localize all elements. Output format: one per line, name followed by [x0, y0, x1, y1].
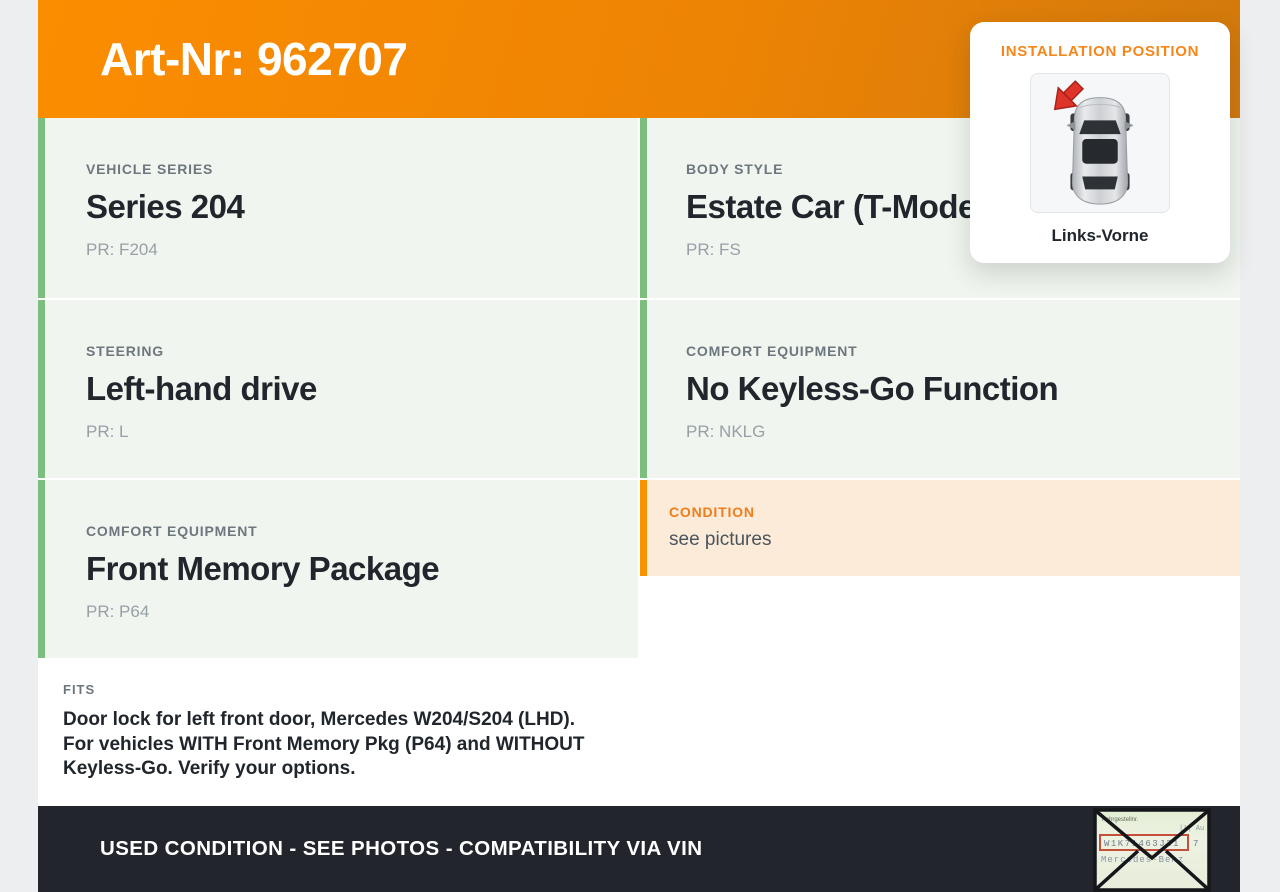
- spec-card-content: VEHICLE SERIES Series 204 PR: F204: [45, 118, 638, 260]
- installation-position-title: INSTALLATION POSITION: [1000, 43, 1200, 60]
- product-sheet: Art-Nr: 962707 VEHICLE SERIES Series 204…: [38, 0, 1240, 892]
- spec-pr-code: PR: P64: [86, 602, 150, 621]
- spec-pr-code: PR: NKLG: [686, 422, 766, 441]
- vin-document-envelope-icon: Fahrgestellnr. |¹| Au W1K71463J31 7 Merc…: [1093, 808, 1211, 892]
- installation-position-imagebox: [1030, 73, 1170, 213]
- spec-value: Left-hand drive: [86, 370, 317, 407]
- spec-value: Series 204: [86, 188, 245, 225]
- spec-pr-code: PR: L: [86, 422, 129, 441]
- spec-card-keyless-go: COMFORT EQUIPMENT No Keyless-Go Function…: [640, 300, 1240, 478]
- page: Art-Nr: 962707 VEHICLE SERIES Series 204…: [0, 0, 1280, 892]
- footer-banner: USED CONDITION - SEE PHOTOS - COMPATIBIL…: [38, 806, 1240, 892]
- spec-card-vehicle-series: VEHICLE SERIES Series 204 PR: F204: [38, 118, 638, 298]
- spec-value: No Keyless-Go Function: [686, 370, 1059, 407]
- spec-label: VEHICLE SERIES: [86, 161, 214, 177]
- condition-card: CONDITION see pictures: [640, 480, 1240, 576]
- spec-label: COMFORT EQUIPMENT: [86, 523, 258, 539]
- car-top-view-left-front-icon: [1053, 80, 1134, 205]
- installation-position-caption: Links-Vorne: [1051, 226, 1149, 245]
- article-number-title: Art-Nr: 962707: [100, 33, 408, 85]
- spec-card-steering: STEERING Left-hand drive PR: L: [38, 300, 638, 478]
- condition-value: see pictures: [669, 529, 772, 550]
- doc-vin-suffix-text: 7: [1193, 839, 1198, 849]
- fits-section: FITS Door lock for left front door, Merc…: [38, 658, 638, 806]
- spec-card-content: COMFORT EQUIPMENT No Keyless-Go Function…: [647, 300, 1240, 442]
- spec-label: STEERING: [86, 343, 164, 359]
- spec-pr-code: PR: F204: [86, 240, 158, 259]
- registration-document-image: Fahrgestellnr. |¹| Au W1K71463J31 7 Merc…: [1093, 808, 1211, 892]
- spec-value: Front Memory Package: [86, 550, 440, 587]
- fits-label: FITS: [63, 682, 96, 697]
- spec-label: COMFORT EQUIPMENT: [686, 343, 858, 359]
- condition-label: CONDITION: [669, 504, 755, 520]
- fits-description: Door lock for left front door, Mercedes …: [63, 709, 585, 779]
- installation-position-card: INSTALLATION POSITION Links-Vorne: [970, 22, 1230, 263]
- footer-text: USED CONDITION - SEE PHOTOS - COMPATIBIL…: [100, 837, 703, 860]
- spec-card-content: COMFORT EQUIPMENT Front Memory Package P…: [45, 480, 638, 622]
- spec-card-memory-package: COMFORT EQUIPMENT Front Memory Package P…: [38, 480, 638, 658]
- spec-card-content: STEERING Left-hand drive PR: L: [45, 300, 638, 442]
